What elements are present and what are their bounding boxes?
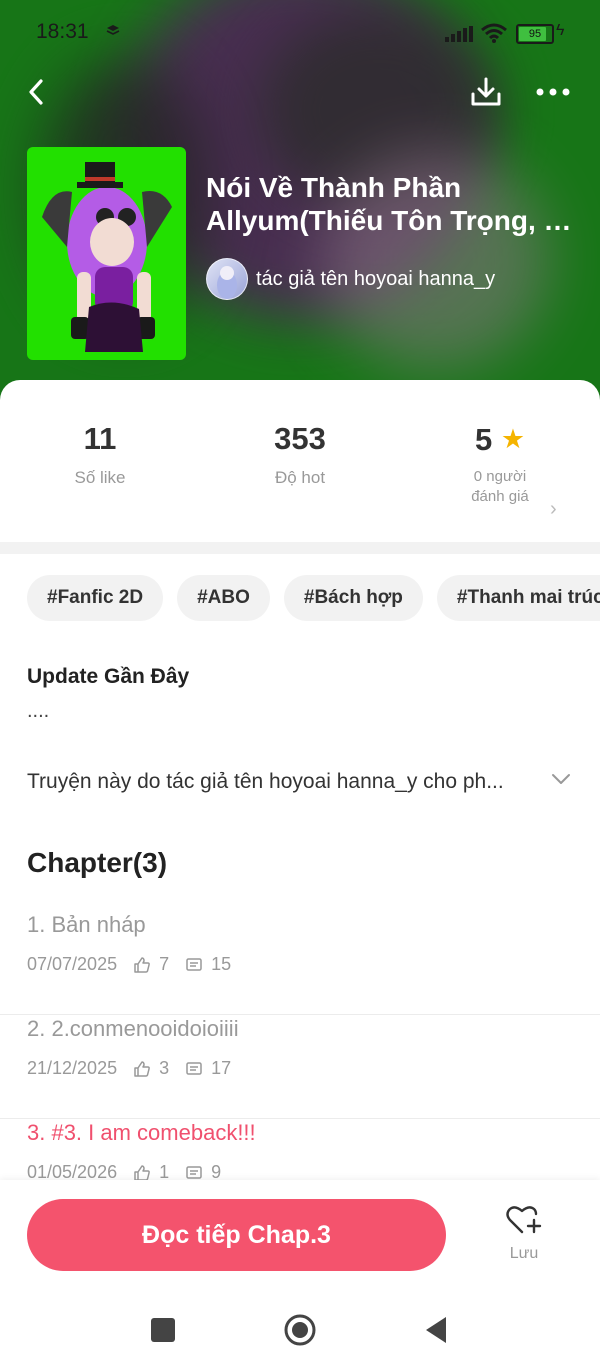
chapter-name: 3. #3. I am comeback!!! <box>27 1120 256 1145</box>
chapter-date: 21/12/2025 <box>27 1058 118 1078</box>
book-cover <box>27 147 186 360</box>
hot-stat: 353 Độ hot <box>200 420 400 488</box>
rating-stat[interactable]: 5 ★ 0 người đánh giá <box>400 420 600 507</box>
tag-list: #Fanfic 2D #ABO #Bách hợp #Thanh mai trúc <box>27 575 600 621</box>
charging-icon: ϟ <box>556 22 565 39</box>
stats-row: 11 Số like 353 Độ hot 5 ★ 0 người đánh g… <box>0 420 600 530</box>
hot-count: 353 <box>274 421 326 456</box>
chapter-meta: 21/12/2025 3 17 <box>27 1058 231 1079</box>
tag-chip[interactable]: #ABO <box>177 575 270 621</box>
rating-count-label: 0 người <box>473 468 527 485</box>
bottom-action-bar: Đọc tiếp Chap.3 Lưu <box>0 1180 600 1290</box>
chevron-down-icon[interactable] <box>548 766 574 792</box>
recents-button[interactable] <box>145 1312 181 1348</box>
cover-illustration <box>42 162 172 352</box>
book-title: Nói Về Thành Phần Allyum(Thiếu Tôn Trọng… <box>206 172 572 236</box>
heart-plus-icon <box>506 1206 542 1234</box>
avatar-illustration <box>217 266 237 299</box>
chapter-comments: 15 <box>211 954 232 974</box>
chevron-right-icon: › <box>550 498 557 520</box>
triangle-back-icon <box>426 1317 446 1343</box>
book-header: 18:31 95 ϟ Nói Về Thành Phần Allyum(Thiế… <box>0 0 600 420</box>
signal-icon <box>445 26 473 42</box>
layers-icon <box>106 25 120 35</box>
thumb-up-icon <box>134 1060 150 1077</box>
battery-percent: 95 <box>528 28 542 40</box>
chapter-likes: 7 <box>159 954 170 974</box>
rating-value: 5 <box>474 422 493 457</box>
tag-chip[interactable]: #Fanfic 2D <box>27 575 164 621</box>
square-icon <box>151 1318 175 1342</box>
likes-stat: 11 Số like <box>0 420 200 488</box>
download-icon <box>471 77 501 106</box>
more-button[interactable] <box>533 72 573 112</box>
avatar <box>206 258 248 300</box>
book-description[interactable]: Truyện này do tác giả tên hoyoai hanna_y… <box>27 770 542 794</box>
wifi-icon <box>481 23 507 43</box>
divider <box>0 1014 600 1015</box>
system-back-button[interactable] <box>418 1312 454 1348</box>
likes-label: Số like <box>74 468 126 487</box>
star-icon: ★ <box>500 424 526 454</box>
save-button[interactable]: Lưu <box>496 1204 552 1274</box>
chapters-title: Chapter(3) <box>27 847 168 878</box>
download-button[interactable] <box>466 72 506 112</box>
chapter-name: 2. 2.conmenooidoioiiii <box>27 1016 239 1041</box>
more-dots-icon <box>536 88 570 96</box>
home-button[interactable] <box>282 1312 318 1348</box>
divider <box>0 1118 600 1119</box>
continue-reading-button[interactable]: Đọc tiếp Chap.3 <box>27 1199 446 1271</box>
chapter-likes: 3 <box>159 1058 170 1078</box>
update-title: Update Gần Đây <box>27 665 190 688</box>
status-bar: 18:31 95 ϟ <box>0 14 600 50</box>
chapter-item[interactable]: 2. 2.conmenooidoioiiii 21/12/2025 3 17 <box>0 1016 600 1119</box>
rating-count-label-2: đánh giá <box>471 488 529 505</box>
tag-chip[interactable]: #Thanh mai trúc <box>436 575 600 621</box>
author-name: tác giả tên hoyoai hanna_y <box>256 267 496 290</box>
likes-count: 11 <box>83 421 117 456</box>
comment-icon <box>186 1061 202 1075</box>
author-link[interactable]: tác giả tên hoyoai hanna_y <box>206 258 495 300</box>
home-circle-icon <box>284 1314 316 1346</box>
back-button[interactable] <box>17 72 57 112</box>
tag-chip[interactable]: #Bách hợp <box>283 575 423 621</box>
comment-icon <box>186 1165 202 1179</box>
section-divider <box>0 542 600 554</box>
hot-label: Độ hot <box>274 468 326 487</box>
chapter-name: 1. Bản nháp <box>27 912 146 937</box>
thumb-up-icon <box>134 1164 150 1181</box>
chapter-date: 07/07/2025 <box>27 954 118 974</box>
comment-icon <box>186 957 202 971</box>
chapter-meta: 07/07/2025 7 15 <box>27 954 231 975</box>
system-nav-bar <box>0 1290 600 1367</box>
status-time: 18:31 <box>36 20 89 43</box>
chapter-comments: 17 <box>211 1058 232 1078</box>
battery-icon: 95 <box>516 24 554 44</box>
save-label: Lưu <box>509 1245 539 1262</box>
thumb-up-icon <box>134 956 150 973</box>
chapter-item[interactable]: 1. Bản nháp 07/07/2025 7 15 <box>0 912 600 1015</box>
chevron-left-icon <box>29 79 43 105</box>
update-body: .... <box>27 700 50 722</box>
